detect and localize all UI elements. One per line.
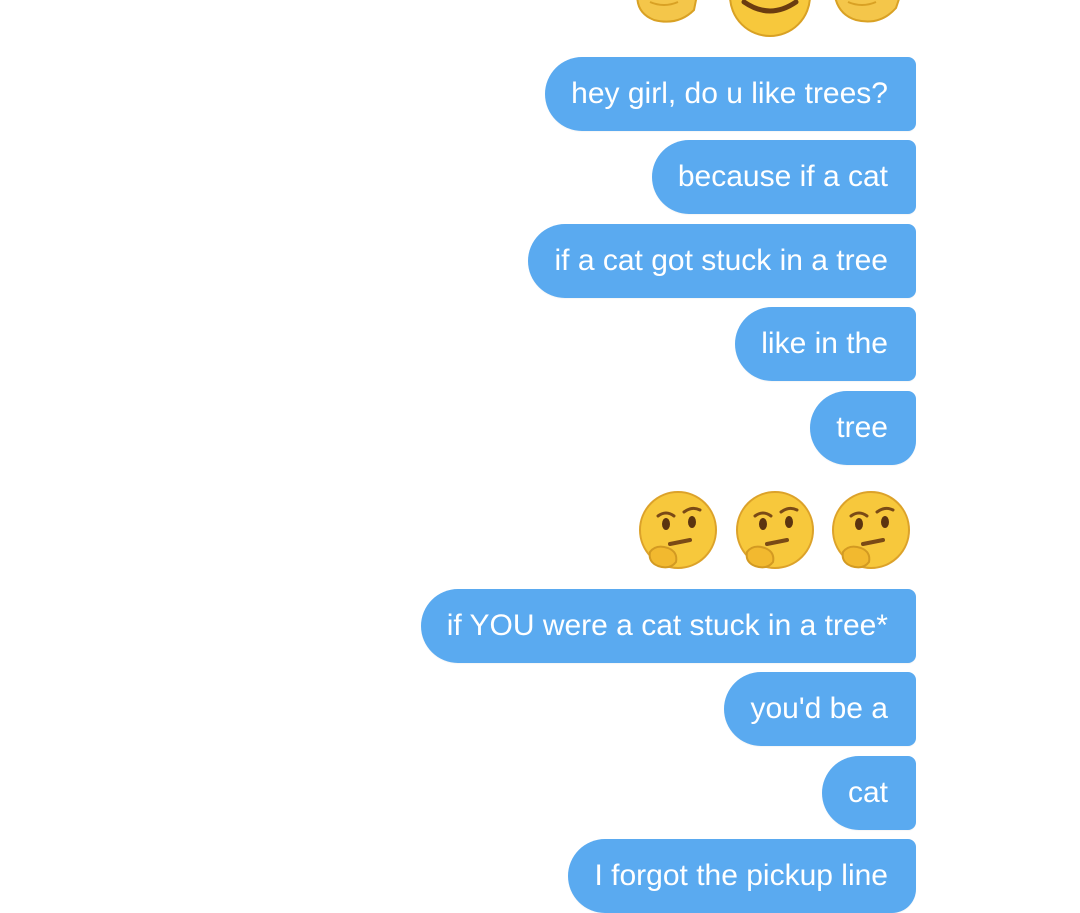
thinking-face-icon	[736, 491, 814, 569]
message-thread: hey girl, do u like trees? because if a …	[0, 0, 1080, 913]
thinking-face-icon	[832, 491, 910, 569]
thinking-face-icon	[639, 491, 717, 569]
reaction-emoji-row	[0, 0, 1080, 907]
message-bubble[interactable]: if YOU were a cat stuck in a tree*	[420, 589, 916, 663]
message-bubble[interactable]: I forgot the pickup line	[568, 839, 916, 913]
message-bubble[interactable]: you'd be a	[724, 672, 916, 746]
message-bubble[interactable]: cat	[821, 756, 916, 830]
